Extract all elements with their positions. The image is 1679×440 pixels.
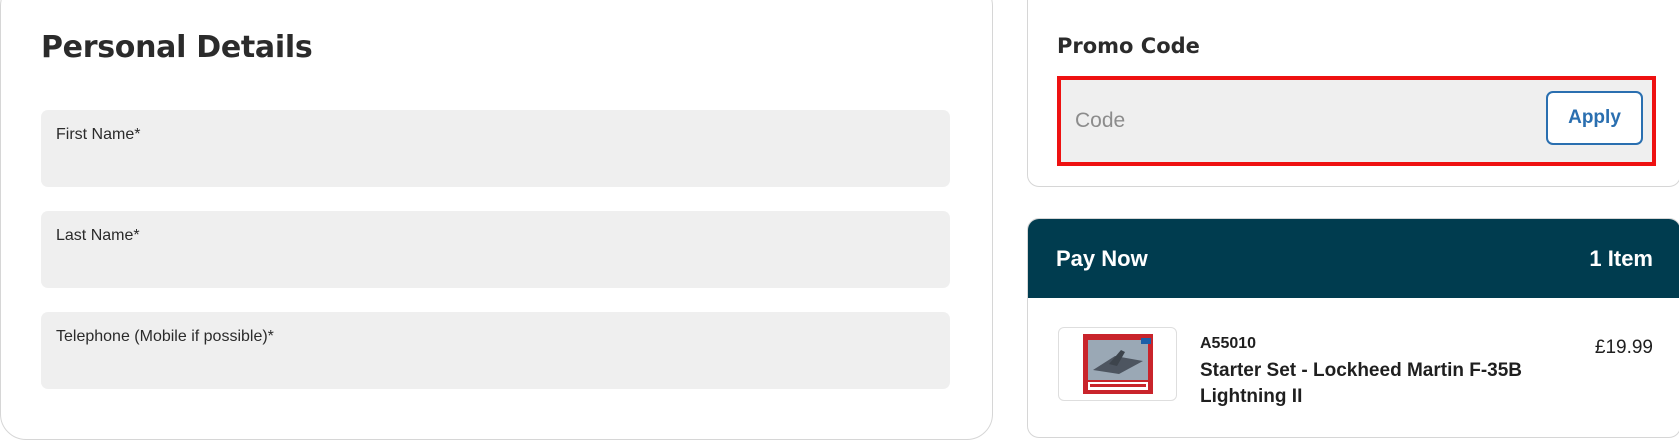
personal-details-title: Personal Details bbox=[41, 30, 313, 65]
product-price: £19.99 bbox=[1594, 337, 1653, 358]
pay-now-header: Pay Now 1 Item bbox=[1028, 219, 1679, 298]
product-sku: A55010 bbox=[1200, 335, 1257, 352]
promo-code-title: Promo Code bbox=[1057, 34, 1200, 58]
telephone-label: Telephone (Mobile if possible)* bbox=[56, 328, 274, 345]
first-name-field[interactable]: First Name* bbox=[41, 110, 950, 187]
product-name[interactable]: Starter Set - Lockheed Martin F-35B Ligh… bbox=[1200, 358, 1530, 410]
pay-now-title: Pay Now bbox=[1056, 246, 1148, 271]
telephone-field[interactable]: Telephone (Mobile if possible)* bbox=[41, 312, 950, 389]
last-name-label: Last Name* bbox=[56, 227, 140, 244]
product-box-image-icon bbox=[1083, 334, 1153, 394]
product-thumbnail[interactable] bbox=[1058, 327, 1177, 401]
promo-code-highlight-box bbox=[1057, 76, 1656, 166]
first-name-label: First Name* bbox=[56, 126, 141, 143]
pay-now-card: Pay Now 1 Item A55010 Starter Set - Lock… bbox=[1027, 218, 1679, 438]
last-name-field[interactable]: Last Name* bbox=[41, 211, 950, 288]
item-count: 1 Item bbox=[1589, 246, 1653, 271]
